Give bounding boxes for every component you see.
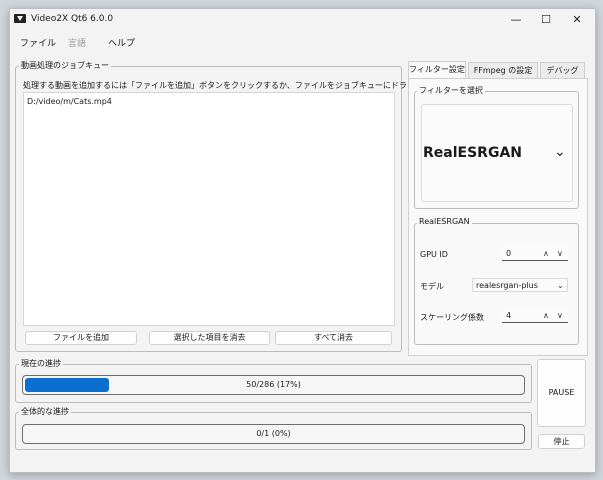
model-value: realesrgan-plus (476, 281, 538, 290)
realesrgan-group-title: RealESRGAN (417, 217, 472, 226)
app-logo-icon (14, 14, 26, 23)
spin-up-icon[interactable]: ∧ (543, 247, 549, 260)
pause-button[interactable]: PAUSE (537, 359, 586, 427)
queue-file-item[interactable]: D:/video/m/Cats.mp4 (27, 97, 112, 106)
model-dropdown[interactable]: realesrgan-plus ⌄ (472, 278, 568, 292)
maximize-button[interactable]: ☐ (531, 10, 561, 30)
gpu-id-label: GPU ID (420, 250, 448, 259)
filter-dropdown-value: RealESRGAN (423, 145, 522, 161)
overall-progress-text: 0/1 (0%) (256, 429, 291, 438)
tab-ffmpeg-settings[interactable]: FFmpeg の設定 (468, 62, 538, 78)
overall-progress-group-title: 全体的な進捗 (19, 406, 71, 417)
tab-filter-settings[interactable]: フィルター設定 (408, 61, 466, 79)
menu-file[interactable]: ファイル (20, 36, 56, 49)
gpu-id-value: 0 (506, 249, 512, 258)
model-label: モデル (420, 282, 444, 291)
spin-down-icon[interactable]: ∨ (557, 309, 563, 322)
clear-all-button[interactable]: すべて消去 (275, 331, 392, 345)
filter-dropdown[interactable]: RealESRGAN ⌄ (421, 104, 573, 202)
chevron-down-icon: ⌄ (554, 144, 566, 160)
stop-button[interactable]: 停止 (538, 434, 585, 449)
remove-selected-button[interactable]: 選択した項目を消去 (149, 331, 270, 345)
chevron-down-icon: ⌄ (557, 281, 564, 290)
minimize-button[interactable]: — (501, 10, 531, 30)
job-queue-group-title: 動画処理のジョブキュー (19, 60, 111, 71)
add-file-button[interactable]: ファイルを追加 (25, 331, 137, 345)
menu-language[interactable]: 言語 (68, 36, 86, 49)
filter-select-group-title: フィルターを選択 (417, 85, 485, 96)
window-title: Video2X Qt6 6.0.0 (31, 14, 114, 24)
title-bar: Video2X Qt6 6.0.0 — ☐ ✕ (10, 9, 595, 31)
main-window: Video2X Qt6 6.0.0 — ☐ ✕ ファイル 言語 ヘルプ 動画処理… (9, 8, 596, 473)
tab-debug[interactable]: デバッグ (540, 62, 585, 78)
overall-progress-bar: 0/1 (0%) (22, 424, 525, 444)
current-progress-group-title: 現在の進捗 (19, 358, 63, 369)
scale-label: スケーリング係数 (420, 313, 484, 322)
current-progress-text: 50/286 (17%) (246, 380, 301, 389)
current-progress-bar: 50/286 (17%) (22, 375, 525, 395)
scale-spinbox[interactable]: 4 ∧ ∨ (502, 309, 568, 323)
spin-down-icon[interactable]: ∨ (557, 247, 563, 260)
spin-up-icon[interactable]: ∧ (543, 309, 549, 322)
job-queue-list[interactable]: D:/video/m/Cats.mp4 (23, 92, 395, 326)
menu-help[interactable]: ヘルプ (108, 36, 135, 49)
gpu-id-spinbox[interactable]: 0 ∧ ∨ (502, 247, 568, 261)
scale-value: 4 (506, 311, 512, 320)
close-button[interactable]: ✕ (562, 10, 592, 30)
